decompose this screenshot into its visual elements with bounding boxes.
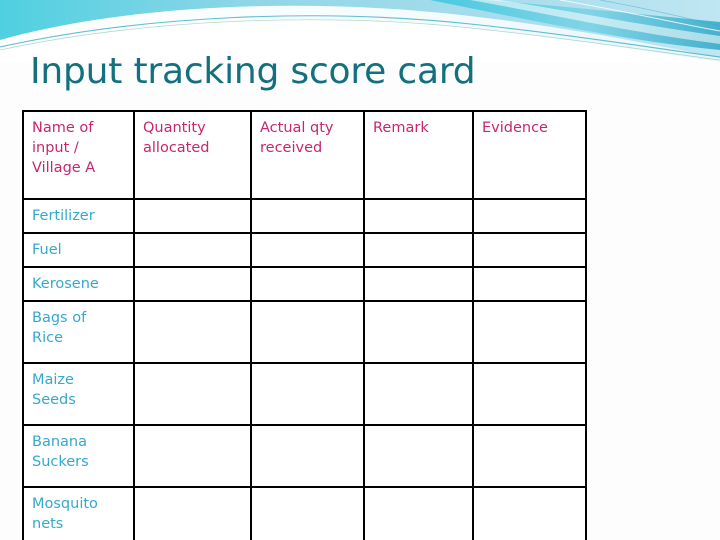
cell-mosquito-nets-evidence[interactable] — [472, 486, 587, 540]
cell-bags-of-rice-remark[interactable] — [363, 300, 474, 364]
cell-fuel-quantity-allocated[interactable] — [133, 232, 252, 268]
cell-mosquito-nets-remark[interactable] — [363, 486, 474, 540]
cell-bags-of-rice-actual-qty-received[interactable] — [250, 300, 365, 364]
cell-fuel-evidence[interactable] — [472, 232, 587, 268]
cell-maize-seeds-actual-qty-received[interactable] — [250, 362, 365, 426]
row-label-mosquito-nets: Mosquito nets — [22, 486, 135, 540]
table-row: Fuel — [22, 232, 587, 268]
cell-maize-seeds-evidence[interactable] — [472, 362, 587, 426]
cell-mosquito-nets-quantity-allocated[interactable] — [133, 486, 252, 540]
cell-bags-of-rice-quantity-allocated[interactable] — [133, 300, 252, 364]
slide-canvas: Input tracking score card Name of input … — [0, 0, 720, 540]
column-header-remark: Remark — [363, 110, 474, 200]
table-row: Bags of Rice — [22, 300, 587, 364]
cell-fertilizer-quantity-allocated[interactable] — [133, 198, 252, 234]
cell-kerosene-actual-qty-received[interactable] — [250, 266, 365, 302]
column-header-actual-qty-received: Actual qty received — [250, 110, 365, 200]
cell-maize-seeds-quantity-allocated[interactable] — [133, 362, 252, 426]
cell-mosquito-nets-actual-qty-received[interactable] — [250, 486, 365, 540]
row-label-fuel: Fuel — [22, 232, 135, 268]
cell-banana-suckers-quantity-allocated[interactable] — [133, 424, 252, 488]
column-header-quantity-allocated: Quantity allocated — [133, 110, 252, 200]
table-row: Mosquito nets — [22, 486, 587, 540]
cell-fertilizer-remark[interactable] — [363, 198, 474, 234]
column-header-name-of-input: Name of input / Village A — [22, 110, 135, 200]
cell-kerosene-remark[interactable] — [363, 266, 474, 302]
cell-kerosene-evidence[interactable] — [472, 266, 587, 302]
row-label-bags-of-rice: Bags of Rice — [22, 300, 135, 364]
table-row: Fertilizer — [22, 198, 587, 234]
table-row: Banana Suckers — [22, 424, 587, 488]
cell-banana-suckers-actual-qty-received[interactable] — [250, 424, 365, 488]
column-header-evidence: Evidence — [472, 110, 587, 200]
row-label-kerosene: Kerosene — [22, 266, 135, 302]
table-row: Maize Seeds — [22, 362, 587, 426]
row-label-maize-seeds: Maize Seeds — [22, 362, 135, 426]
table-row: Kerosene — [22, 266, 587, 302]
cell-fertilizer-evidence[interactable] — [472, 198, 587, 234]
cell-kerosene-quantity-allocated[interactable] — [133, 266, 252, 302]
row-label-banana-suckers: Banana Suckers — [22, 424, 135, 488]
cell-fertilizer-actual-qty-received[interactable] — [250, 198, 365, 234]
cell-banana-suckers-evidence[interactable] — [472, 424, 587, 488]
cell-fuel-remark[interactable] — [363, 232, 474, 268]
cell-fuel-actual-qty-received[interactable] — [250, 232, 365, 268]
cell-bags-of-rice-evidence[interactable] — [472, 300, 587, 364]
row-label-fertilizer: Fertilizer — [22, 198, 135, 234]
table-header-row: Name of input / Village A Quantity alloc… — [22, 110, 587, 200]
input-tracking-score-card-table: Name of input / Village A Quantity alloc… — [22, 110, 587, 540]
cell-banana-suckers-remark[interactable] — [363, 424, 474, 488]
page-title: Input tracking score card — [30, 51, 476, 92]
cell-maize-seeds-remark[interactable] — [363, 362, 474, 426]
